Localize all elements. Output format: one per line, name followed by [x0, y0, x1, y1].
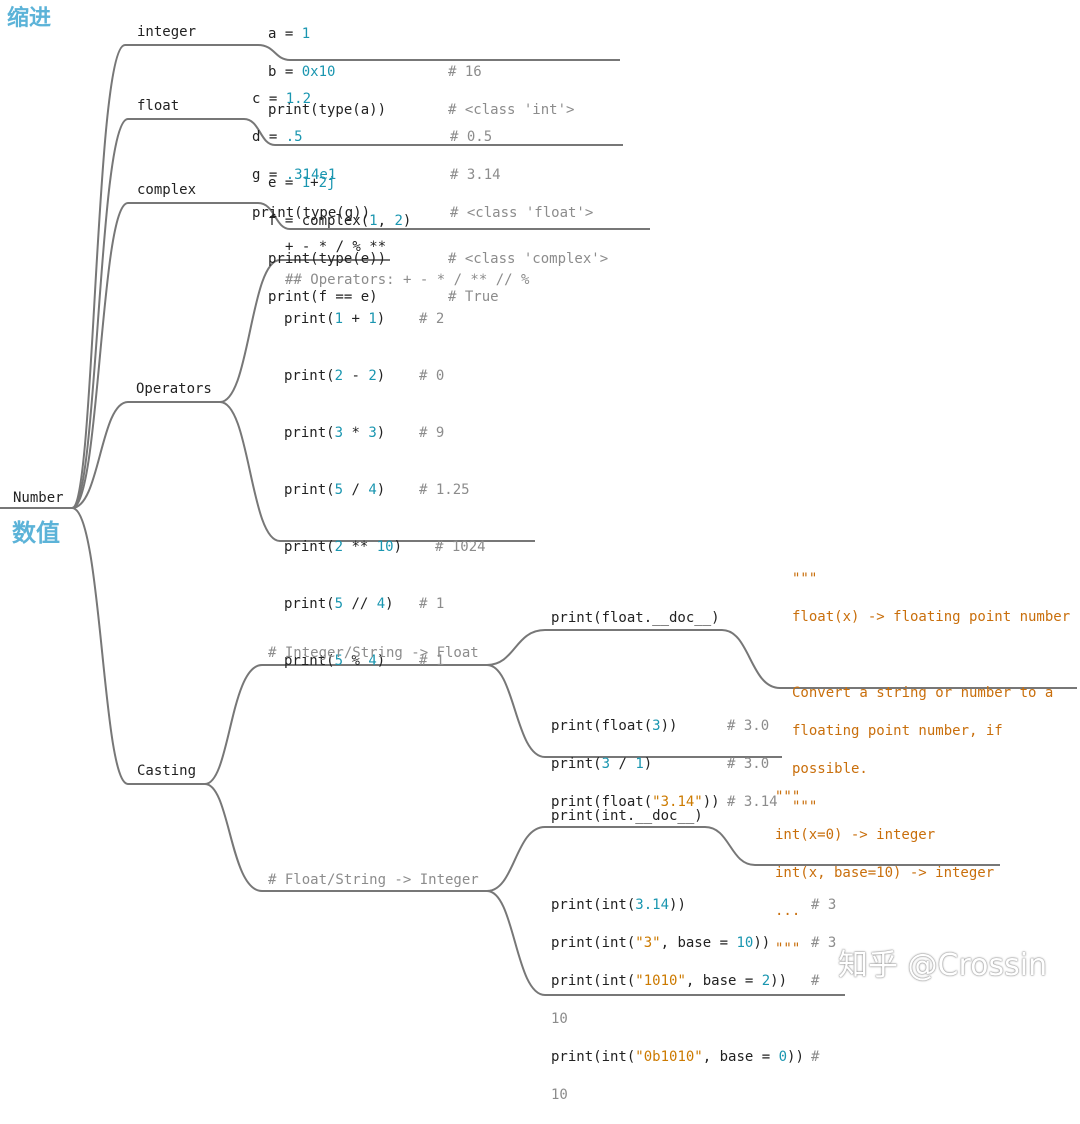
code-line: 10	[551, 1087, 568, 1103]
code-line: 10	[551, 1011, 568, 1027]
branch-float	[71, 118, 244, 509]
branch-integer	[71, 44, 258, 509]
code-line: print(int("1010", base = 2)) #	[551, 973, 820, 989]
to-int-node: # Float/String -> Integer	[268, 872, 479, 888]
node-operators: Operators	[136, 381, 212, 397]
code-line: print(2 - 2) # 0	[284, 368, 445, 384]
code-line: print(float(3)) # 3.0	[551, 718, 770, 734]
code-line: print(2 ** 10) # 1024	[284, 539, 486, 555]
node-integer: integer	[137, 24, 197, 40]
operators-header: + - * / % **	[285, 239, 387, 255]
node-casting: Casting	[137, 763, 197, 779]
code-line: f = complex(1, 2)	[268, 213, 412, 229]
code-line: print(3 / 1) # 3.0	[551, 756, 770, 772]
code-line: print(int("0b1010", base = 0)) #	[551, 1049, 820, 1065]
watermark: 知乎 @Crossin	[838, 948, 1048, 983]
code-line: c = 1.2	[252, 91, 312, 107]
to-int-code: print(int(3.14)) # 3 print(int("3", base …	[551, 877, 837, 1124]
operators-comment: ## Operators: + - * / ** // %	[285, 272, 530, 288]
numbers-label: 数值	[12, 519, 60, 547]
code-line: print(3 * 3) # 9	[284, 425, 445, 441]
to-float-node: # Integer/String -> Float	[268, 645, 479, 661]
branch-casting	[71, 507, 205, 785]
code-line: print(int("3", base = 10)) # 3	[551, 935, 837, 951]
branch-complex	[71, 202, 258, 509]
node-complex: complex	[137, 182, 197, 198]
code-line: print(5 // 4) # 1	[284, 596, 445, 612]
code-line: d = .5 # 0.5	[252, 129, 493, 145]
int-doc-call: print(int.__doc__)	[551, 808, 703, 824]
float-doc-call: print(float.__doc__)	[551, 610, 720, 626]
code-line: print(1 + 1) # 2	[284, 311, 445, 327]
code-line: e = 1+2j	[268, 175, 336, 191]
code-line: a = 1	[268, 26, 311, 42]
node-float: float	[137, 98, 180, 114]
root-node: Number	[13, 490, 64, 506]
indent-label: 缩进	[7, 6, 52, 31]
code-line: print(5 / 4) # 1.25	[284, 482, 470, 498]
code-line: print(int(3.14)) # 3	[551, 897, 837, 913]
